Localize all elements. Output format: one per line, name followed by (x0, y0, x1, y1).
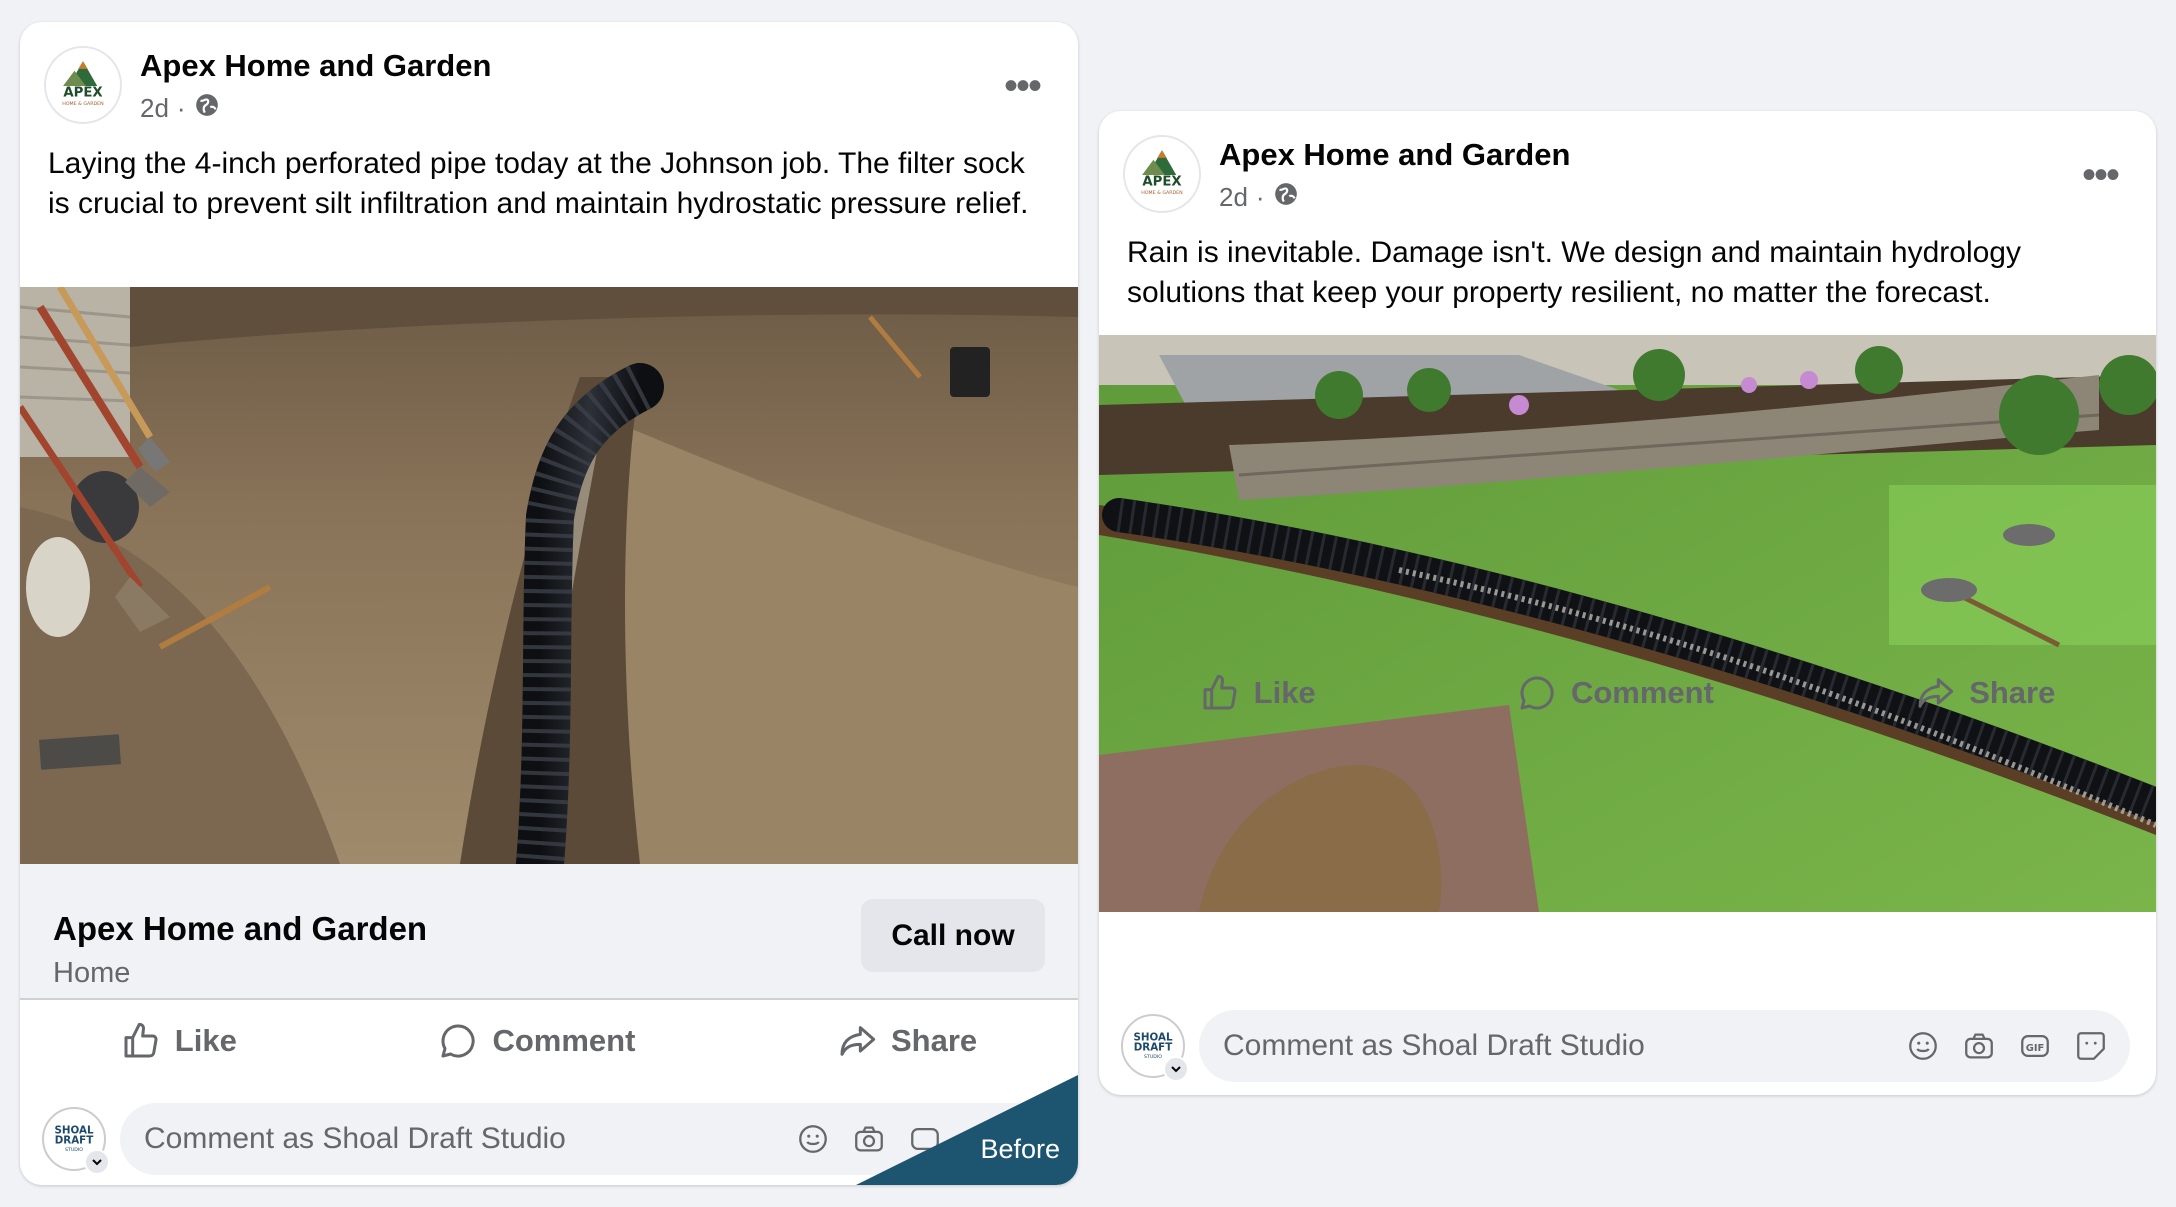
globe-icon (1273, 181, 1299, 214)
call-now-button[interactable]: Call now (861, 899, 1045, 972)
comment-button[interactable]: Comment (1517, 673, 1714, 713)
more-options-icon[interactable]: ••• (2082, 155, 2120, 195)
comment-placeholder: Comment as Shoal Draft Studio (144, 1122, 566, 1155)
svg-text:HOME & GARDEN: HOME & GARDEN (1141, 190, 1183, 196)
comment-input[interactable]: Comment as Shoal Draft Studio GIF (1199, 1010, 2130, 1082)
svg-text:APEX: APEX (1142, 174, 1181, 189)
svg-text:STUDIO: STUDIO (1144, 1054, 1162, 1060)
chevron-down-icon[interactable] (84, 1149, 110, 1175)
page-logo[interactable]: APEX HOME & GARDEN (44, 46, 122, 124)
like-button[interactable]: Like (1200, 673, 1316, 713)
globe-icon (194, 92, 220, 125)
post-card-before: APEX HOME & GARDEN Apex Home and Garden … (20, 22, 1078, 1185)
svg-text:STUDIO: STUDIO (65, 1147, 83, 1153)
comment-bubble-icon (1520, 676, 1554, 710)
before-corner-tag: Before (856, 1075, 1078, 1185)
like-label: Like (1253, 675, 1316, 710)
post-meta: 2d · (140, 92, 220, 125)
comment-label: Comment (1570, 675, 1714, 710)
share-arrow-icon (840, 1026, 876, 1056)
svg-text:GIF: GIF (2026, 1043, 2045, 1054)
emoji-icon[interactable] (1906, 1029, 1940, 1063)
avatar[interactable]: SHOAL DRAFT STUDIO (1121, 1014, 1189, 1082)
cta-category: Home (53, 957, 131, 989)
post-time[interactable]: 2d (1219, 182, 1248, 213)
like-button[interactable]: Like (121, 1021, 237, 1061)
comment-composer-post2: SHOAL DRAFT STUDIO Comment as Shoal Draf… (1099, 1006, 2156, 1096)
chevron-down-icon[interactable] (1163, 1056, 1189, 1082)
svg-text:HOME & GARDEN: HOME & GARDEN (62, 101, 104, 107)
post-text: Laying the 4-inch perforated pipe today … (48, 147, 1029, 220)
more-options-icon[interactable]: ••• (1004, 66, 1042, 106)
post-actions: Like Comment Share (20, 1000, 1078, 1082)
share-label: Share (1969, 675, 2056, 710)
gif-icon[interactable]: GIF (2018, 1029, 2052, 1063)
page-name[interactable]: Apex Home and Garden (140, 48, 491, 84)
share-button[interactable]: Share (1915, 673, 2055, 713)
post-time[interactable]: 2d (140, 93, 169, 124)
page-name[interactable]: Apex Home and Garden (1219, 137, 1570, 173)
post-text: Rain is inevitable. Damage isn't. We des… (1127, 236, 2021, 309)
comment-bubble-icon (441, 1024, 476, 1058)
avatar[interactable]: SHOAL DRAFT STUDIO (42, 1107, 110, 1175)
svg-text:DRAFT: DRAFT (1134, 1042, 1173, 1054)
svg-text:DRAFT: DRAFT (55, 1135, 94, 1147)
thumbs-up-icon (124, 1022, 158, 1058)
post-meta: 2d · (1219, 181, 1299, 214)
comment-placeholder: Comment as Shoal Draft Studio (1223, 1029, 1645, 1062)
meta-separator: · (176, 93, 186, 123)
post-actions: Like Comment Share (1099, 652, 2156, 734)
post-card-after: APEX HOME & GARDEN Apex Home and Garden … (1099, 111, 2156, 1095)
comment-button[interactable]: Comment (438, 1021, 635, 1061)
post-header: APEX HOME & GARDEN Apex Home and Garden … (1099, 111, 2156, 239)
thumbs-up-icon (1203, 674, 1237, 710)
call-to-action-bar: Apex Home and Garden Home Call now (20, 864, 1078, 998)
svg-text:APEX: APEX (63, 85, 102, 100)
like-label: Like (174, 1023, 237, 1058)
share-label: Share (891, 1023, 978, 1058)
share-arrow-icon (1918, 678, 1954, 708)
meta-separator: · (1255, 182, 1265, 212)
post-header: APEX HOME & GARDEN Apex Home and Garden … (20, 22, 1078, 150)
muddy-trench-photo[interactable] (20, 287, 1078, 864)
comment-label: Comment (492, 1023, 636, 1058)
share-button[interactable]: Share (837, 1021, 977, 1061)
before-label: Before (980, 1134, 1060, 1164)
sticker-icon[interactable] (2074, 1029, 2108, 1063)
emoji-icon[interactable] (796, 1122, 830, 1156)
page-logo[interactable]: APEX HOME & GARDEN (1123, 135, 1201, 213)
camera-icon[interactable] (1962, 1029, 1996, 1063)
cta-page-name[interactable]: Apex Home and Garden (53, 910, 427, 948)
